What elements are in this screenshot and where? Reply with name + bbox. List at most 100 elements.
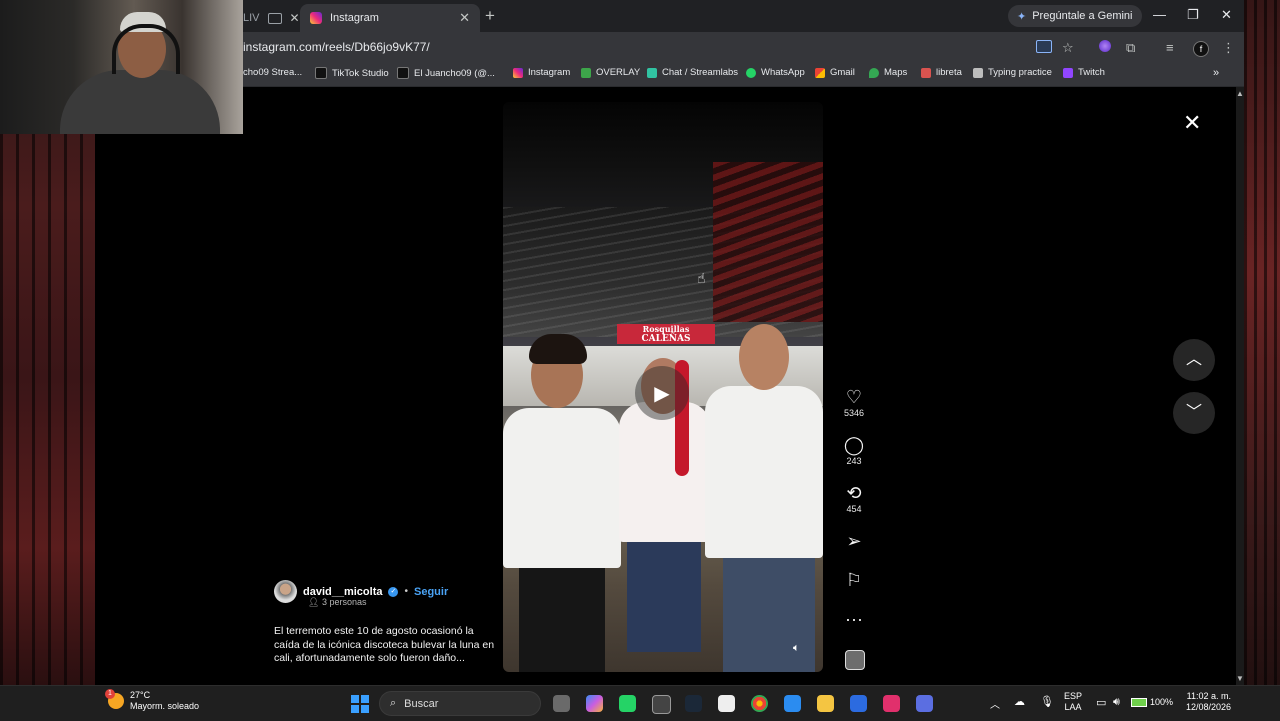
search-label: Buscar bbox=[404, 697, 439, 710]
bookmark-item[interactable]: Gmail bbox=[815, 67, 855, 78]
restore-button[interactable]: ❐ bbox=[1187, 7, 1199, 23]
comment-icon: ◯ bbox=[843, 435, 865, 455]
tiktok-icon[interactable] bbox=[883, 695, 900, 712]
username-link[interactable]: david__micolta bbox=[303, 586, 382, 598]
close-icon[interactable]: ✕ bbox=[290, 11, 300, 25]
cast-icon[interactable] bbox=[1036, 40, 1052, 56]
bookmark-label: El Juancho09 (@... bbox=[414, 67, 495, 79]
whatsapp-icon bbox=[746, 67, 756, 78]
bookmark-item[interactable]: Typing practice bbox=[973, 67, 1052, 78]
scroll-up-icon[interactable]: ▲ bbox=[1236, 89, 1244, 98]
bookmark-item[interactable]: libreta bbox=[921, 67, 962, 78]
tiktok-icon bbox=[315, 67, 327, 79]
tab-instagram[interactable]: Instagram ✕ bbox=[300, 4, 480, 32]
puzzle-icon[interactable]: ⧉ bbox=[1126, 40, 1135, 56]
scroll-down-icon[interactable]: ▼ bbox=[1236, 674, 1244, 683]
mic-icon[interactable]: 🎙︎ bbox=[1040, 695, 1054, 708]
extension-icon[interactable] bbox=[1099, 40, 1111, 55]
address-bar: instagram.com/reels/Db66jo9vK77/ ☆ ⧉ ≡ f… bbox=[95, 32, 1244, 64]
bookmark-label: Gmail bbox=[830, 67, 855, 78]
weather-widget[interactable]: 1 27°C Mayorm. soleado bbox=[105, 689, 200, 712]
clock[interactable]: 11:02 a. m. 12/08/2026 bbox=[1183, 691, 1231, 713]
like-button[interactable]: ♡ 5346 bbox=[835, 387, 873, 418]
task-view-icon[interactable] bbox=[553, 695, 570, 712]
minimize-button[interactable]: — bbox=[1153, 7, 1166, 22]
tab-label: Instagram bbox=[330, 12, 379, 24]
collaborators-label: 3 personas bbox=[321, 597, 367, 607]
follow-button[interactable]: Seguir bbox=[414, 586, 448, 598]
folder-icon[interactable] bbox=[817, 695, 834, 712]
bookmark-item[interactable]: Instagram bbox=[513, 67, 570, 78]
close-viewer-button[interactable]: ✕ bbox=[1183, 110, 1201, 136]
comment-button[interactable]: ◯ 243 bbox=[835, 435, 873, 466]
battery-percent: 100% bbox=[1150, 697, 1174, 707]
avatar[interactable] bbox=[274, 580, 297, 603]
menu-icon[interactable]: ⋮ bbox=[1222, 40, 1235, 56]
volume-icon[interactable]: 🔈︎ bbox=[793, 642, 800, 655]
comment-count: 243 bbox=[846, 456, 862, 466]
language-indicator[interactable]: ESP LAA bbox=[1064, 691, 1082, 713]
start-button[interactable] bbox=[351, 695, 369, 713]
tray-overflow-icon[interactable]: ︿ bbox=[990, 696, 1000, 711]
capcut-icon[interactable] bbox=[718, 695, 735, 712]
bookmark-item[interactable]: TikTok Studio bbox=[315, 67, 389, 79]
more-options-button[interactable]: ··· bbox=[835, 609, 873, 629]
whatsapp-icon[interactable] bbox=[619, 695, 636, 712]
url-field[interactable]: instagram.com/reels/Db66jo9vK77/ bbox=[243, 40, 430, 54]
bookmark-label: WhatsApp bbox=[761, 67, 805, 78]
sun-icon: 1 bbox=[105, 689, 124, 709]
reel-video[interactable]: Rosquillas CALEÑAS ▶ ☝ 🔈︎ bbox=[503, 102, 823, 672]
steam-icon[interactable] bbox=[685, 695, 702, 712]
dot-separator: • bbox=[404, 586, 408, 597]
repost-button[interactable]: ⟲ 454 bbox=[835, 483, 873, 514]
bookmark-item[interactable]: El Juancho09 (@... bbox=[397, 67, 495, 79]
weather-badge: 1 bbox=[105, 689, 115, 699]
sign-line-2: CALEÑAS bbox=[641, 334, 691, 344]
send-icon: ➢ bbox=[846, 531, 862, 551]
bookmark-item[interactable]: cho09 Strea... bbox=[243, 67, 302, 78]
play-button[interactable]: ▶ bbox=[635, 366, 689, 420]
overlay-icon bbox=[581, 67, 591, 78]
close-icon[interactable]: ✕ bbox=[459, 10, 470, 26]
display-icon[interactable]: ▭ bbox=[1096, 696, 1106, 709]
bookmark-label: Instagram bbox=[528, 67, 571, 78]
tab-bar: LIV ✕ Instagram ✕ + ✦ Pregúntale a Gemin… bbox=[95, 0, 1244, 32]
new-tab-button[interactable]: + bbox=[485, 6, 495, 26]
bookmark-item[interactable]: Chat / Streamlabs bbox=[647, 67, 738, 78]
scrollbar[interactable]: ▲ ▼ bbox=[1236, 87, 1244, 685]
vpn-icon[interactable] bbox=[916, 695, 933, 712]
dropbox-icon[interactable] bbox=[850, 695, 867, 712]
copilot-icon[interactable] bbox=[586, 695, 603, 712]
clock-icon[interactable] bbox=[652, 695, 671, 714]
person-right-shirt bbox=[705, 386, 823, 558]
weather-desc: Mayorm. soleado bbox=[130, 701, 200, 711]
bookmark-item[interactable]: Twitch bbox=[1063, 67, 1105, 78]
media-icon[interactable]: ≡ bbox=[1166, 40, 1174, 55]
caption-text[interactable]: El terremoto este 10 de agosto ocasionó … bbox=[274, 625, 499, 666]
person-middle-shirt bbox=[619, 402, 711, 542]
bookmarks-overflow-button[interactable]: » bbox=[1213, 67, 1219, 79]
bookmark-item[interactable]: OVERLAY bbox=[581, 67, 640, 78]
chrome-icon[interactable] bbox=[751, 695, 768, 712]
next-reel-button[interactable]: ﹀ bbox=[1173, 392, 1215, 434]
gemini-button[interactable]: ✦ Pregúntale a Gemini bbox=[1008, 5, 1142, 27]
play-icon: ▶ bbox=[654, 382, 670, 405]
previous-reel-button[interactable]: ︿ bbox=[1173, 339, 1215, 381]
window-close-button[interactable]: ✕ bbox=[1221, 7, 1232, 23]
battery-indicator[interactable]: 100% bbox=[1131, 697, 1173, 707]
volume-icon[interactable]: 🔊︎ bbox=[1113, 696, 1120, 709]
save-button[interactable]: ⚐ bbox=[835, 570, 873, 590]
bookmark-item[interactable]: Maps bbox=[869, 67, 907, 78]
webcam-person-body bbox=[60, 70, 220, 134]
profile-avatar[interactable]: f bbox=[1193, 40, 1209, 57]
video-red-stand bbox=[713, 162, 823, 322]
maps-icon bbox=[869, 67, 879, 78]
star-icon[interactable]: ☆ bbox=[1062, 40, 1074, 56]
search-box[interactable]: ⌕ Buscar bbox=[379, 691, 541, 716]
bookmark-item[interactable]: WhatsApp bbox=[746, 67, 805, 78]
app-icon[interactable] bbox=[784, 695, 801, 712]
cloud-icon[interactable]: ☁ bbox=[1014, 695, 1025, 708]
audio-thumbnail[interactable] bbox=[845, 650, 865, 670]
collaborators-link[interactable]: 👤︎ 3 personas bbox=[308, 597, 499, 608]
share-button[interactable]: ➢ bbox=[835, 531, 873, 551]
